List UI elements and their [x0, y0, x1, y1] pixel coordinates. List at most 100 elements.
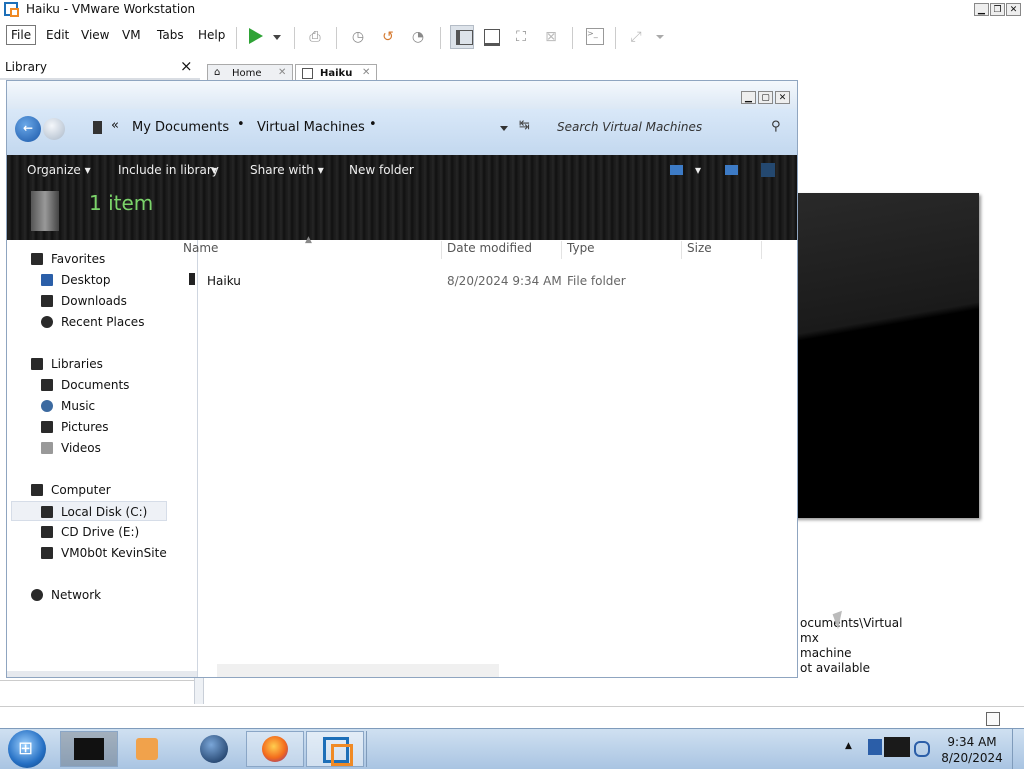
include-dropdown-icon[interactable]: ▾ [211, 163, 217, 177]
taskbar-separator [366, 731, 367, 767]
menu-edit[interactable]: Edit [46, 28, 69, 42]
help-icon[interactable] [761, 163, 775, 177]
videos-icon [41, 442, 53, 454]
tab-close-icon[interactable]: ✕ [278, 67, 286, 78]
library-icon [456, 30, 473, 45]
nav-downloads[interactable]: Downloads [41, 291, 127, 311]
column-header-type[interactable]: Type [567, 241, 595, 255]
breadcrumb-overflow-icon[interactable]: « [111, 118, 119, 133]
menu-file[interactable]: File [6, 25, 37, 45]
power-dropdown-icon[interactable] [273, 35, 281, 40]
revert-snapshot-icon[interactable]: ↺ [379, 28, 397, 46]
toolbar-separator [572, 27, 573, 49]
vm-details-line: ot available [800, 661, 871, 675]
taskbar-firefox-button[interactable] [246, 731, 304, 767]
tray-app-icon[interactable] [868, 739, 882, 755]
breadcrumb-my-documents[interactable]: My Documents [132, 120, 229, 135]
new-folder-button[interactable]: New folder [349, 163, 414, 177]
include-in-library-button[interactable]: Include in library [118, 163, 220, 177]
nav-music[interactable]: Music [41, 396, 95, 416]
change-view-icon[interactable] [670, 165, 683, 175]
libraries-icon [31, 358, 43, 370]
breadcrumb-virtual-machines[interactable]: Virtual Machines [257, 120, 365, 135]
snapshot-manager-icon[interactable]: ◔ [409, 28, 427, 46]
media-player-icon[interactable] [136, 738, 158, 760]
preview-pane-icon[interactable] [725, 165, 738, 175]
nav-libraries[interactable]: Libraries [31, 354, 103, 374]
share-with-button[interactable]: Share with ▾ [250, 163, 324, 177]
nav-cd-drive[interactable]: CD Drive (E:) [41, 522, 139, 542]
message-log-icon[interactable] [986, 712, 1000, 726]
power-on-icon[interactable] [249, 28, 263, 44]
music-icon [41, 400, 53, 412]
vm-icon [302, 68, 313, 79]
organize-button[interactable]: Organize ▾ [27, 163, 91, 177]
show-library-button[interactable] [450, 25, 474, 49]
restore-button[interactable]: ❐ [990, 3, 1005, 16]
nav-recent-places[interactable]: Recent Places [41, 312, 144, 332]
nav-documents[interactable]: Documents [41, 375, 129, 395]
full-screen-icon[interactable]: ⛶ [512, 28, 530, 46]
back-button[interactable]: ← [15, 116, 41, 142]
console-icon[interactable]: >_ [586, 28, 604, 45]
nav-scrollbar[interactable] [7, 671, 197, 677]
search-input[interactable]: Search Virtual Machines [557, 120, 702, 134]
close-button[interactable]: ✕ [1006, 3, 1021, 16]
view-options-dropdown-icon[interactable]: ▾ [695, 163, 701, 177]
taskbar-explorer-button[interactable] [60, 731, 118, 767]
unity-icon[interactable]: ⊠ [542, 28, 560, 46]
column-header-date[interactable]: Date modified [447, 241, 532, 255]
show-desktop-button[interactable] [1012, 729, 1024, 769]
include-label: Include in library [118, 163, 219, 177]
column-separator[interactable] [761, 241, 762, 259]
refresh-icon[interactable]: ↹ [519, 118, 530, 133]
search-icon[interactable]: ⚲ [771, 119, 781, 134]
breadcrumb-separator-icon[interactable]: • [237, 117, 245, 132]
menu-help[interactable]: Help [198, 28, 225, 42]
nav-desktop[interactable]: Desktop [41, 270, 111, 290]
tab-close-icon[interactable]: ✕ [362, 67, 370, 78]
column-header-size[interactable]: Size [687, 241, 712, 255]
vm-screen-thumbnail[interactable] [780, 193, 979, 518]
stretch-guest-icon[interactable]: ⤢ [627, 28, 645, 46]
column-header-name[interactable]: Name [183, 241, 218, 255]
minimize-button[interactable]: ▁ [974, 3, 989, 16]
thumbnail-bar-icon[interactable] [484, 29, 500, 46]
menu-view[interactable]: View [81, 28, 109, 42]
nav-network-share[interactable]: VM0b0t KevinSite [41, 543, 167, 563]
file-row[interactable]: Haiku 8/20/2024 9:34 AM File folder [187, 271, 787, 291]
nav-pictures[interactable]: Pictures [41, 417, 109, 437]
breadcrumb-separator-icon[interactable]: • [369, 117, 377, 132]
snapshot-icon[interactable]: ◷ [349, 28, 367, 46]
stretch-dropdown-icon[interactable] [656, 35, 664, 39]
explorer-minimize-button[interactable]: ▁ [741, 91, 756, 104]
library-close-button[interactable]: × [180, 57, 193, 75]
column-separator[interactable] [441, 241, 442, 259]
menu-vm[interactable]: VM [122, 28, 141, 42]
nav-favorites[interactable]: Favorites [31, 249, 105, 269]
send-ctrl-alt-del-icon[interactable]: ⎙ [306, 28, 324, 46]
toolbar-separator [615, 27, 616, 49]
column-separator[interactable] [681, 241, 682, 259]
tray-vm-icon[interactable] [884, 737, 910, 757]
explorer-close-button[interactable]: ✕ [775, 91, 790, 104]
nav-computer[interactable]: Computer [31, 480, 111, 500]
menu-tabs[interactable]: Tabs [157, 28, 184, 42]
ie-icon[interactable] [200, 735, 228, 763]
explorer-maximize-button[interactable]: ▢ [758, 91, 773, 104]
column-separator[interactable] [561, 241, 562, 259]
show-hidden-icons-button[interactable]: ▲ [845, 741, 852, 751]
forward-button[interactable] [43, 118, 65, 140]
horizontal-scrollbar[interactable] [217, 664, 499, 677]
nav-label: Recent Places [61, 315, 145, 329]
nav-videos[interactable]: Videos [41, 438, 101, 458]
start-button[interactable]: ⊞ [8, 730, 46, 768]
desktop-icon [41, 274, 53, 286]
clock[interactable]: 9:34 AM 8/20/2024 [934, 734, 1010, 766]
nav-local-disk[interactable]: Local Disk (C:) [11, 501, 167, 521]
nav-network[interactable]: Network [31, 585, 101, 605]
nav-label: Favorites [51, 252, 106, 266]
address-history-dropdown-icon[interactable] [500, 126, 508, 131]
taskbar-vmware-button[interactable] [306, 731, 364, 767]
network-tray-icon[interactable] [914, 741, 930, 757]
